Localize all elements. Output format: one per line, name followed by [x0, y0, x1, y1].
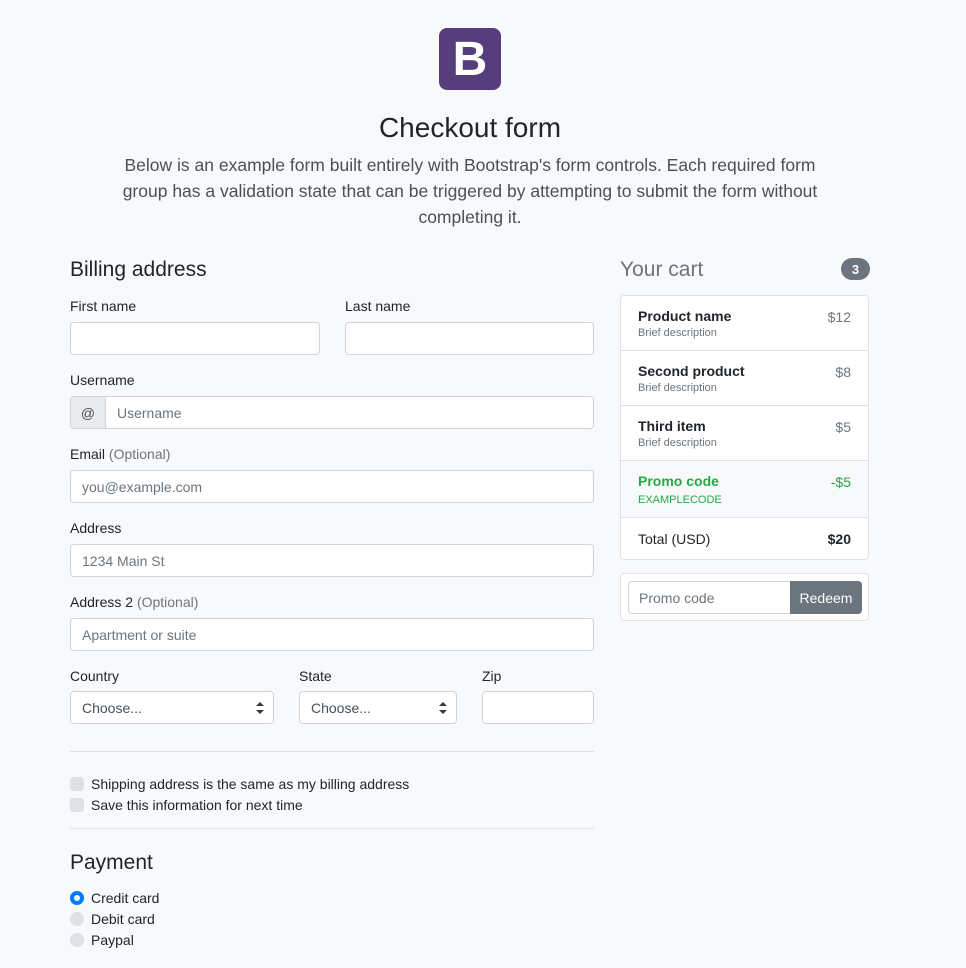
- address2-optional-text: (Optional): [136, 594, 199, 610]
- zip-input[interactable]: [482, 691, 594, 724]
- select-arrows-icon: [256, 701, 264, 715]
- cart-item: Product name Brief description $12: [621, 296, 868, 351]
- promo-code-placeholder: Promo code: [639, 589, 715, 606]
- first-name-input[interactable]: [70, 322, 320, 355]
- address-placeholder: 1234 Main St: [82, 552, 165, 569]
- cart-item-price: $12: [827, 309, 851, 325]
- billing-heading: Billing address: [70, 258, 207, 281]
- payment-option-paypal[interactable]: Paypal: [70, 932, 134, 948]
- save-info-checkbox[interactable]: [70, 798, 84, 812]
- address-label: Address: [70, 520, 122, 536]
- at-sign-prepend: @: [70, 396, 106, 429]
- divider: [70, 751, 594, 752]
- payment-option-label: Paypal: [91, 932, 134, 948]
- cart-item-name: Product name: [638, 308, 732, 324]
- username-label: Username: [70, 372, 135, 388]
- redeem-button[interactable]: Redeem: [790, 581, 862, 614]
- total-value: $20: [827, 530, 851, 547]
- payment-option-label: Credit card: [91, 890, 160, 906]
- cart-list: Product name Brief description $12 Secon…: [620, 295, 869, 560]
- promo-code-form: Promo code Redeem: [620, 573, 869, 621]
- country-label: Country: [70, 668, 120, 684]
- payment-option-label: Debit card: [91, 911, 155, 927]
- email-label-text: Email: [70, 446, 106, 462]
- same-address-checkbox-row[interactable]: Shipping address is the same as my billi…: [70, 776, 409, 792]
- last-name-input[interactable]: [345, 322, 594, 355]
- bootstrap-logo: B: [439, 28, 501, 90]
- promo-code-title: Promo code: [638, 473, 719, 489]
- divider: [70, 828, 594, 829]
- payment-option-credit[interactable]: Credit card: [70, 890, 159, 906]
- country-select-value: Choose...: [82, 699, 142, 716]
- email-placeholder: you@example.com: [82, 478, 203, 495]
- email-label: Email (Optional): [70, 446, 170, 462]
- promo-discount: -$5: [830, 474, 851, 490]
- promo-code-row: Promo code EXAMPLECODE -$5: [621, 461, 868, 518]
- country-select[interactable]: Choose...: [70, 691, 274, 724]
- cart-item-desc: Brief description: [638, 382, 717, 394]
- page-title: Checkout form: [378, 112, 562, 143]
- first-name-label: First name: [70, 298, 137, 314]
- email-input[interactable]: you@example.com: [70, 470, 594, 503]
- state-select-value: Choose...: [311, 699, 371, 716]
- same-address-label: Shipping address is the same as my billi…: [91, 776, 410, 792]
- cart-item-price: $8: [835, 364, 851, 380]
- last-name-label: Last name: [345, 298, 411, 314]
- paypal-radio[interactable]: [70, 933, 84, 947]
- address2-placeholder: Apartment or suite: [82, 626, 197, 643]
- payment-option-debit[interactable]: Debit card: [70, 911, 155, 927]
- state-label: State: [299, 668, 332, 684]
- email-optional-text: (Optional): [108, 446, 171, 462]
- credit-card-radio[interactable]: [70, 891, 84, 905]
- cart-item-desc: Brief description: [638, 437, 717, 449]
- promo-code-value: EXAMPLECODE: [638, 494, 722, 506]
- debit-card-radio[interactable]: [70, 912, 84, 926]
- total-label: Total (USD): [638, 530, 711, 547]
- same-address-checkbox[interactable]: [70, 777, 84, 791]
- promo-code-input[interactable]: Promo code: [628, 581, 791, 614]
- select-arrows-icon: [439, 701, 447, 715]
- username-input[interactable]: Username: [105, 396, 594, 429]
- cart-item-desc: Brief description: [638, 327, 717, 339]
- cart-title: Your cart: [620, 258, 704, 281]
- cart-item-name: Second product: [638, 363, 745, 379]
- cart-item: Second product Brief description $8: [621, 351, 868, 406]
- address2-label: Address 2 (Optional): [70, 594, 198, 610]
- cart-item: Third item Brief description $5: [621, 406, 868, 461]
- save-info-label: Save this information for next time: [91, 797, 303, 813]
- save-info-checkbox-row[interactable]: Save this information for next time: [70, 797, 303, 813]
- total-row: Total (USD) $20: [621, 518, 868, 559]
- cart-item-name: Third item: [638, 418, 706, 434]
- cart-item-price: $5: [835, 419, 851, 435]
- state-select[interactable]: Choose...: [299, 691, 457, 724]
- cart-count-badge: 3: [841, 258, 870, 280]
- zip-label: Zip: [482, 668, 502, 684]
- address2-label-text: Address 2: [70, 594, 134, 610]
- address-input[interactable]: 1234 Main St: [70, 544, 594, 577]
- username-placeholder: Username: [117, 404, 182, 421]
- address2-input[interactable]: Apartment or suite: [70, 618, 594, 651]
- payment-heading: Payment: [70, 851, 153, 874]
- page-lead: Below is an example form built entirely …: [122, 155, 818, 227]
